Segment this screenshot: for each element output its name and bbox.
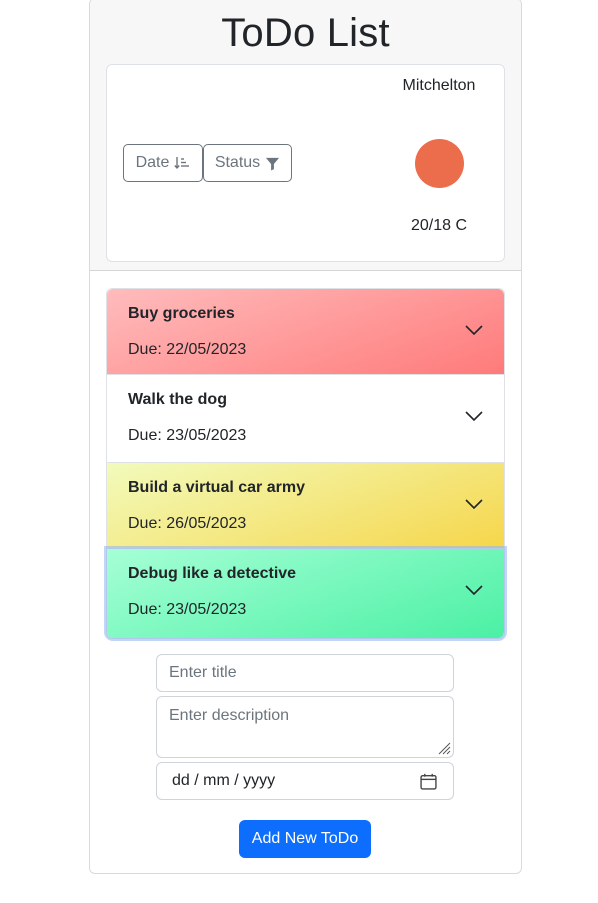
title-placeholder: Enter title [169, 664, 237, 681]
chevron-down-icon [465, 325, 483, 336]
title-input[interactable]: Enter title [156, 654, 454, 692]
date-placeholder: dd / mm / yyyy [172, 772, 276, 789]
todo-accordion: Buy groceries Due: 22/05/2023 Walk the d… [106, 288, 505, 639]
controls-card: Date Status Mitchelton 20/18 C [106, 64, 505, 262]
status-filter-button[interactable]: Status [203, 144, 292, 182]
todo-due-date: Due: 23/05/2023 [128, 601, 247, 618]
todo-title: Build a virtual car army [128, 479, 305, 496]
chevron-down-icon [465, 585, 483, 596]
description-placeholder: Enter description [169, 707, 290, 724]
todo-title: Walk the dog [128, 391, 227, 408]
todo-item[interactable]: Debug like a detective Due: 23/05/2023 [107, 549, 504, 638]
todo-due-date: Due: 22/05/2023 [128, 341, 247, 358]
todo-title: Debug like a detective [128, 565, 297, 582]
todo-due-date: Due: 23/05/2023 [128, 427, 247, 444]
add-todo-button[interactable]: Add New ToDo [239, 820, 371, 858]
page-title: ToDo List [221, 11, 390, 55]
weather-location: Mitchelton [402, 77, 476, 94]
todo-due-date: Due: 26/05/2023 [128, 515, 247, 532]
sort-down-icon [174, 157, 190, 170]
funnel-icon [266, 157, 280, 171]
weather-indicator [415, 139, 464, 188]
weather-temperature: 20/18 C [410, 217, 468, 234]
chevron-down-icon [465, 499, 483, 510]
todo-title: Buy groceries [128, 305, 235, 322]
todo-item[interactable]: Walk the dog Due: 23/05/2023 [107, 375, 504, 463]
resize-grip-icon[interactable] [437, 741, 451, 755]
sort-label: Date [135, 154, 170, 171]
chevron-down-icon [465, 411, 483, 422]
todo-item[interactable]: Buy groceries Due: 22/05/2023 [107, 289, 504, 375]
todo-item[interactable]: Build a virtual car army Due: 26/05/2023 [107, 463, 504, 549]
todo-app-card: ToDo List Date Status Mitchelton 20/18 C… [89, 0, 522, 874]
app-header: ToDo List Date Status Mitchelton 20/18 C [90, 0, 521, 271]
due-date-input[interactable]: dd / mm / yyyy [156, 762, 454, 800]
filter-label: Status [214, 154, 261, 171]
weather-widget: Mitchelton 20/18 C [374, 65, 504, 261]
description-textarea[interactable]: Enter description [156, 696, 454, 758]
sort-by-date-button[interactable]: Date [123, 144, 203, 182]
calendar-icon[interactable] [420, 773, 437, 790]
